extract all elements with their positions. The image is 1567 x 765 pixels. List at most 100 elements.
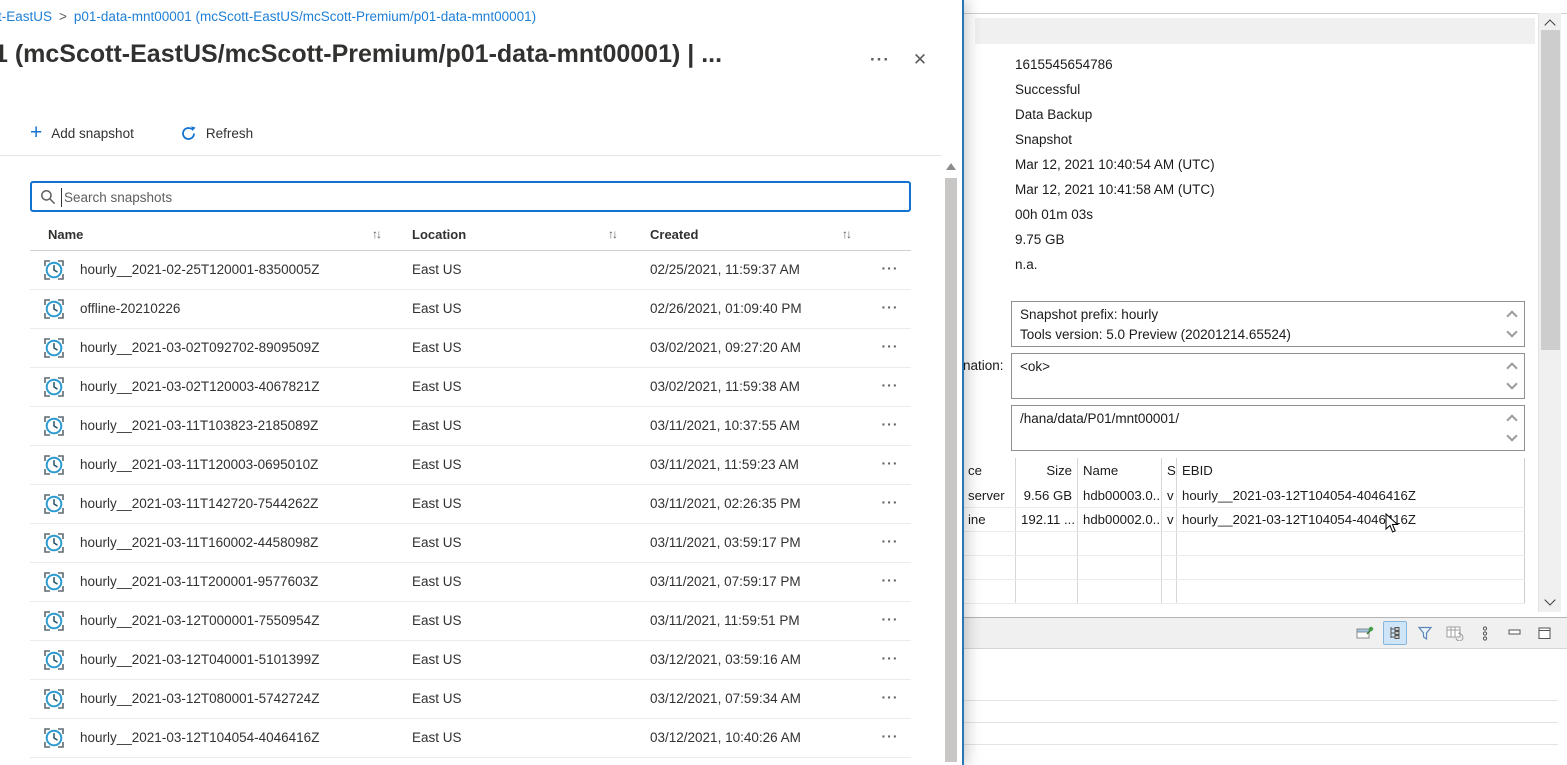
app-vertical-scrollbar[interactable]: [1538, 13, 1561, 612]
scrollbar-thumb[interactable]: [1541, 30, 1560, 350]
s-cell: v: [1162, 508, 1177, 531]
scroll-up-icon[interactable]: [1544, 19, 1555, 30]
table-row[interactable]: hourly__2021-02-25T120001-8350005Z East …: [30, 251, 911, 290]
service-cell: server: [963, 484, 1016, 507]
col-name[interactable]: Name: [1078, 458, 1162, 484]
row-context-menu-button[interactable]: ···: [874, 338, 906, 354]
table-row[interactable]: hourly__2021-03-12T000001-7550954Z East …: [30, 602, 911, 641]
sort-icon[interactable]: ↑↓: [842, 227, 850, 241]
export-table-button[interactable]: [1443, 621, 1467, 645]
close-icon[interactable]: ✕: [906, 46, 934, 74]
service-cell: ine: [963, 508, 1016, 531]
table-row[interactable]: hourly__2021-03-11T120003-0695010Z East …: [30, 446, 911, 485]
table-row[interactable]: hourly__2021-03-12T040001-5101399Z East …: [30, 641, 911, 680]
search-box[interactable]: [30, 181, 911, 212]
snapshot-name: hourly__2021-03-02T120003-4067821Z: [80, 379, 319, 394]
tools-version-line: Tools version: 5.0 Preview (20201214.655…: [1020, 325, 1500, 345]
ebid-cell: hourly__2021-03-12T104054-4046416Z: [1177, 508, 1525, 531]
row-context-menu-button[interactable]: ···: [874, 299, 906, 315]
table-row[interactable]: hourly__2021-03-02T092702-8909509Z East …: [30, 329, 911, 368]
breadcrumb-link-account[interactable]: t-EastUS: [0, 9, 52, 24]
scroll-spinner[interactable]: [1504, 304, 1522, 344]
pin-view-button[interactable]: [1353, 621, 1377, 645]
breadcrumb-link-volume[interactable]: p01-data-mnt00001 (mcScott-EastUS/mcScot…: [74, 9, 536, 24]
refresh-button[interactable]: Refresh: [180, 125, 253, 142]
chevron-down-icon[interactable]: [1506, 326, 1517, 337]
snapshot-location: East US: [412, 613, 462, 628]
table-row[interactable]: hourly__2021-03-11T200001-9577603Z East …: [30, 563, 911, 602]
scroll-down-icon[interactable]: [1544, 594, 1555, 605]
scroll-spinner[interactable]: [1504, 356, 1522, 396]
col-ebid[interactable]: EBID: [1177, 458, 1525, 484]
vertical-dots-icon: [1481, 626, 1489, 641]
snapshot-location: East US: [412, 457, 462, 472]
snapshot-clock-icon: [42, 375, 66, 402]
additional-information-textbox[interactable]: <ok>: [1011, 353, 1525, 399]
detail-value: Mar 12, 2021 10:40:54 AM (UTC): [1015, 152, 1215, 177]
files-table-header[interactable]: ce Size Name S EBID: [963, 458, 1525, 484]
col-s[interactable]: S: [1162, 458, 1177, 484]
window-divider: [963, 13, 1567, 14]
chevron-down-icon[interactable]: [1506, 430, 1517, 441]
more-options-button[interactable]: ···: [866, 46, 894, 74]
command-bar: + Add snapshot Refresh: [30, 120, 299, 146]
table-row[interactable]: offline-20210226 East US 02/26/2021, 01:…: [30, 290, 911, 329]
chevron-up-icon[interactable]: [1506, 362, 1517, 373]
row-context-menu-button[interactable]: ···: [874, 533, 906, 549]
minimize-button[interactable]: [1503, 621, 1527, 645]
snapshot-clock-icon: [42, 297, 66, 324]
snapshot-created: 03/12/2021, 03:59:16 AM: [650, 652, 801, 667]
row-context-menu-button[interactable]: ···: [874, 611, 906, 627]
search-input[interactable]: [64, 185, 864, 210]
row-context-menu-button[interactable]: ···: [874, 260, 906, 276]
empty-row: [963, 532, 1525, 556]
backup-files-table: ce Size Name S EBID server 9.56 GB hdb00…: [963, 458, 1525, 604]
row-context-menu-button[interactable]: ···: [874, 728, 906, 744]
chevron-down-icon[interactable]: [1506, 378, 1517, 389]
table-row[interactable]: hourly__2021-03-02T120003-4067821Z East …: [30, 368, 911, 407]
column-header-location[interactable]: Location: [412, 227, 466, 242]
row-context-menu-button[interactable]: ···: [874, 416, 906, 432]
col-service-fragment[interactable]: ce: [963, 458, 1016, 484]
table-row[interactable]: hourly__2021-03-11T103823-2185089Z East …: [30, 407, 911, 446]
information-label-fragment: nation:: [963, 358, 1004, 373]
snapshot-name: hourly__2021-03-11T120003-0695010Z: [80, 457, 318, 472]
tree-view-button[interactable]: [1383, 621, 1407, 645]
scroll-up-icon[interactable]: [946, 163, 956, 170]
row-line: [963, 700, 1558, 701]
detail-value: 1615545654786: [1015, 52, 1215, 77]
detail-value: Data Backup: [1015, 102, 1215, 127]
files-table-row[interactable]: ine 192.11 ... hdb00002.0... v hourly__2…: [963, 508, 1525, 532]
scroll-spinner[interactable]: [1504, 408, 1522, 448]
snapshot-name: hourly__2021-03-11T103823-2185089Z: [80, 418, 318, 433]
backup-details-values: 1615545654786 Successful Data Backup Sna…: [1015, 52, 1215, 277]
sort-icon[interactable]: ↑↓: [372, 227, 380, 241]
row-context-menu-button[interactable]: ···: [874, 650, 906, 666]
row-context-menu-button[interactable]: ···: [874, 572, 906, 588]
table-row[interactable]: hourly__2021-03-11T142720-7544262Z East …: [30, 485, 911, 524]
scrollbar-thumb[interactable]: [945, 178, 957, 762]
row-context-menu-button[interactable]: ···: [874, 455, 906, 471]
chevron-up-icon[interactable]: [1506, 310, 1517, 321]
view-menu-button[interactable]: [1473, 621, 1497, 645]
chevron-up-icon[interactable]: [1506, 414, 1517, 425]
table-row[interactable]: hourly__2021-03-12T080001-5742724Z East …: [30, 680, 911, 719]
row-context-menu-button[interactable]: ···: [874, 377, 906, 393]
maximize-button[interactable]: [1533, 621, 1557, 645]
row-context-menu-button[interactable]: ···: [874, 494, 906, 510]
sort-icon[interactable]: ↑↓: [608, 227, 616, 241]
files-table-row[interactable]: server 9.56 GB hdb00003.0... v hourly__2…: [963, 484, 1525, 508]
snapshot-created: 03/11/2021, 07:59:17 PM: [650, 574, 801, 589]
list-scrollbar[interactable]: [944, 158, 958, 765]
column-header-name[interactable]: Name: [48, 227, 83, 242]
add-snapshot-button[interactable]: + Add snapshot: [30, 123, 134, 143]
col-size[interactable]: Size: [1016, 458, 1078, 484]
column-header-created[interactable]: Created: [650, 227, 698, 242]
backup-info-textbox[interactable]: Snapshot prefix: hourly Tools version: 5…: [1011, 301, 1525, 347]
filter-button[interactable]: [1413, 621, 1437, 645]
table-row[interactable]: hourly__2021-03-12T104054-4046416Z East …: [30, 719, 911, 758]
table-row[interactable]: hourly__2021-03-11T160002-4458098Z East …: [30, 524, 911, 563]
row-context-menu-button[interactable]: ···: [874, 689, 906, 705]
location-textbox[interactable]: /hana/data/P01/mnt00001/: [1011, 405, 1525, 451]
detail-value: n.a.: [1015, 252, 1215, 277]
